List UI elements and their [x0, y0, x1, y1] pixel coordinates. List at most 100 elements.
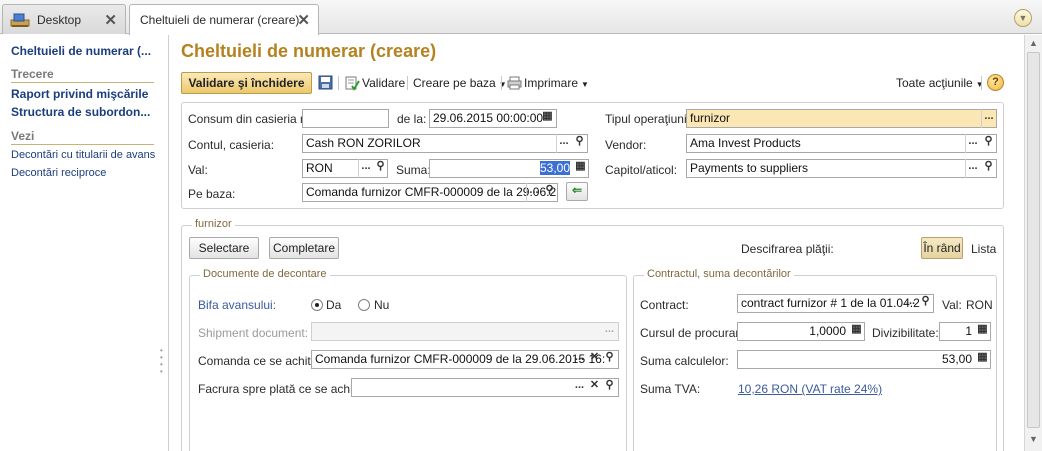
- payment-breakdown-label: Descifrarea plăţii:: [741, 242, 834, 256]
- date-field[interactable]: 29.06.2015 00:00:00: [429, 109, 557, 128]
- operation-type-field[interactable]: furnizor: [686, 109, 997, 128]
- close-icon[interactable]: ✕: [104, 11, 117, 29]
- operation-type-select-button[interactable]: ...: [981, 109, 996, 128]
- calendar-icon[interactable]: ▦: [540, 109, 555, 128]
- all-actions-menu[interactable]: Toate acţiunile ▼: [896, 72, 984, 94]
- basis-field[interactable]: Comanda furnizor CMFR-000009 de la 29.06…: [302, 183, 558, 202]
- navigation-panel: Cheltuieli de numerar (... Trecere Rapor…: [0, 35, 169, 451]
- settlement-documents-label: Documente de decontare: [200, 268, 330, 280]
- vendor-field[interactable]: Ama Invest Products: [686, 134, 997, 153]
- chapter-label: Capitol/aticol:: [605, 163, 678, 177]
- purchase-rate-value: 1,0000: [809, 324, 846, 338]
- clear-icon[interactable]: ✕: [587, 378, 602, 397]
- vat-sum-link[interactable]: 10,26 RON (VAT rate 24%): [738, 382, 882, 396]
- search-icon[interactable]: ⚲: [373, 159, 388, 178]
- vertical-scrollbar[interactable]: ▲ ▼: [1024, 35, 1042, 451]
- tab-cash-expense-label: Cheltuieli de numerar (creare): [140, 13, 300, 27]
- currency-label: Val:: [188, 163, 208, 177]
- post-button[interactable]: Validare: [362, 72, 405, 94]
- scroll-down-icon[interactable]: ▼: [1025, 431, 1042, 447]
- tab-desktop[interactable]: Desktop ✕: [2, 4, 126, 34]
- currency-select-button[interactable]: ...: [358, 159, 373, 178]
- search-icon[interactable]: ⚲: [602, 378, 617, 397]
- search-icon[interactable]: ⚲: [981, 159, 996, 178]
- chapter-field[interactable]: Payments to suppliers: [686, 159, 997, 178]
- print-menu[interactable]: Imprimare ▼: [524, 72, 589, 94]
- panel-resize-handle[interactable]: • • • •: [160, 347, 166, 376]
- date-value: 29.06.2015 00:00:00: [433, 111, 544, 125]
- chapter-select-button[interactable]: ...: [965, 159, 980, 178]
- page-title: Cheltuieli de numerar (creare): [181, 41, 437, 61]
- basis-label: Pe baza:: [188, 187, 236, 201]
- sum-field[interactable]: 53,00: [429, 159, 589, 178]
- create-based-on-menu[interactable]: Creare pe baza ▼: [413, 72, 507, 94]
- operation-type-label: Tipul operaţiunii:: [605, 112, 693, 126]
- toolbar-divider: [981, 76, 982, 90]
- contract-group-label: Contractul, suma decontărilor: [644, 268, 794, 280]
- post-document-icon: [345, 76, 360, 91]
- chevron-down-icon: ▼: [581, 80, 589, 89]
- list-toggle[interactable]: Lista: [971, 242, 996, 256]
- chevron-down-icon: ▼: [975, 80, 984, 89]
- supplier-group-label: furnizor: [192, 218, 235, 230]
- print-label: Imprimare: [524, 76, 579, 90]
- search-icon[interactable]: ⚲: [572, 134, 587, 153]
- basis-select-button[interactable]: ...: [526, 183, 541, 202]
- calculator-icon[interactable]: ▦: [849, 322, 864, 341]
- purchase-rate-label: Cursul de procurare:: [640, 326, 750, 340]
- scroll-up-icon[interactable]: ▲: [1025, 35, 1042, 51]
- clear-icon[interactable]: ✕: [587, 350, 602, 369]
- nav-link-mutual-settlements[interactable]: Decontări reciproce: [11, 167, 168, 179]
- select-button[interactable]: Selectare: [189, 237, 259, 259]
- in-row-toggle[interactable]: În rând: [921, 237, 963, 259]
- shipment-document-field[interactable]: [311, 322, 619, 341]
- order-paid-value: Comanda furnizor CMFR-000009 de la 29.06…: [315, 352, 606, 366]
- vendor-select-button[interactable]: ...: [965, 134, 980, 153]
- account-field[interactable]: Cash RON ZORILOR: [302, 134, 588, 153]
- advance-no-radio[interactable]: [358, 299, 370, 311]
- toolbar-divider: [338, 76, 339, 90]
- fill-button[interactable]: Completare: [269, 237, 339, 259]
- invoice-select-button[interactable]: ...: [572, 378, 587, 397]
- scrollbar-thumb[interactable]: [1027, 52, 1040, 428]
- chevron-down-icon[interactable]: ▼: [1014, 9, 1032, 27]
- shipment-select-button[interactable]: ...: [602, 322, 617, 341]
- save-icon[interactable]: [318, 75, 333, 90]
- fill-from-basis-icon[interactable]: ⇐: [566, 182, 588, 201]
- search-icon[interactable]: ⚲: [602, 350, 617, 369]
- chevron-down-icon: ▼: [498, 80, 507, 89]
- operation-type-value: furnizor: [690, 111, 731, 125]
- tab-cash-expense[interactable]: Cheltuieli de numerar (creare) ✕: [129, 4, 319, 35]
- purchase-rate-field[interactable]: 1,0000: [737, 322, 865, 341]
- nav-link-subordination-structure[interactable]: Structura de subordon...: [11, 105, 168, 119]
- header-section: Consum din casieria nr.: de la: 29.06.20…: [181, 102, 1004, 209]
- settlement-documents-group: Documente de decontare Bifa avansului: D…: [189, 268, 627, 451]
- nav-current-item[interactable]: Cheltuieli de numerar (...: [11, 44, 168, 58]
- contract-value: contract furnizor # 1 de la 01.04.2: [741, 296, 920, 310]
- help-icon[interactable]: ?: [987, 74, 1004, 91]
- cashbox-number-label: Consum din casieria nr.:: [188, 112, 317, 126]
- nav-link-movements-report[interactable]: Raport privind mişcările: [11, 87, 168, 101]
- supplier-group: furnizor Selectare Completare Descifrare…: [181, 218, 1004, 451]
- all-actions-label: Toate acţiunile: [896, 76, 973, 90]
- search-icon[interactable]: ⚲: [981, 134, 996, 153]
- contract-select-button[interactable]: ...: [903, 294, 918, 313]
- account-select-button[interactable]: ...: [556, 134, 571, 153]
- calculator-icon[interactable]: ▦: [975, 350, 990, 369]
- nav-link-advance-settlements[interactable]: Decontări cu titularii de avans: [11, 149, 168, 161]
- tab-desktop-label: Desktop: [37, 12, 82, 27]
- cashbox-number-field[interactable]: [302, 109, 389, 128]
- calculator-icon[interactable]: ▦: [975, 322, 990, 341]
- search-icon[interactable]: ⚲: [542, 183, 557, 202]
- close-icon[interactable]: ✕: [297, 11, 310, 29]
- calculated-sum-field[interactable]: 53,00: [737, 350, 991, 369]
- post-and-close-button[interactable]: Validare şi închidere: [181, 72, 312, 94]
- sum-value: 53,00: [539, 161, 570, 175]
- tab-bar: Desktop ✕ Cheltuieli de numerar (creare)…: [0, 0, 1042, 35]
- order-select-button[interactable]: ...: [572, 350, 587, 369]
- advance-yes-radio[interactable]: [311, 299, 323, 311]
- calculator-icon[interactable]: ▦: [573, 159, 588, 178]
- search-icon[interactable]: ⚲: [918, 294, 933, 313]
- create-based-on-label: Creare pe baza: [413, 76, 496, 90]
- vat-sum-label: Suma TVA:: [640, 382, 701, 396]
